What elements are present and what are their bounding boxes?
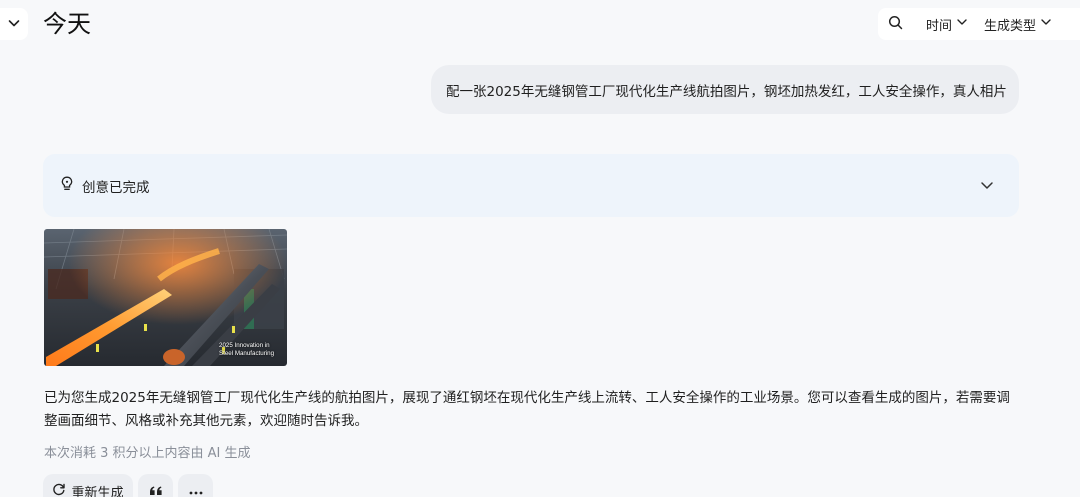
type-filter-dropdown[interactable]: 生成类型 — [984, 15, 1052, 34]
user-message-text: 配一张2025年无缝钢管工厂现代化生产线航拍图片，钢坯加热发红，工人安全操作，真… — [446, 83, 1007, 100]
message-actions: 重新生成 — [43, 474, 213, 497]
quote-button[interactable] — [138, 474, 173, 497]
type-filter-label: 生成类型 — [984, 18, 1037, 34]
more-button[interactable] — [178, 474, 213, 497]
chevron-down-icon — [956, 16, 968, 32]
search-button[interactable] — [878, 15, 912, 34]
more-icon — [189, 484, 203, 497]
refresh-icon — [52, 482, 66, 497]
history-toolbar: 时间 生成类型 — [878, 8, 1080, 40]
generated-image[interactable]: 2025 Innovation in Steel Manufacturing — [44, 229, 287, 366]
idea-status-label: 创意已完成 — [82, 179, 150, 196]
user-message-bubble: 配一张2025年无缝钢管工厂现代化生产线航拍图片，钢坯加热发红，工人安全操作，真… — [431, 65, 1019, 114]
page-title: 今天 — [43, 10, 91, 38]
caption-line-1: 2025 Innovation in — [219, 342, 270, 349]
cost-note: 本次消耗 3 积分以上内容由 AI 生成 — [44, 446, 251, 461]
regenerate-label: 重新生成 — [71, 485, 124, 497]
chevron-down-icon — [1040, 16, 1052, 32]
sidebar-toggle-button[interactable] — [0, 8, 28, 40]
lightbulb-icon — [60, 176, 74, 195]
chevron-down-icon — [7, 15, 21, 34]
chevron-down-icon[interactable] — [979, 177, 995, 197]
time-filter-label: 时间 — [926, 18, 953, 34]
search-icon — [888, 15, 903, 34]
time-filter-dropdown[interactable]: 时间 — [926, 15, 968, 34]
assistant-message: 已为您生成2025年无缝钢管工厂现代化生产线的航拍图片，展现了通红钢坯在现代化生… — [44, 390, 1010, 429]
regenerate-button[interactable]: 重新生成 — [43, 474, 133, 497]
caption-line-2: Steel Manufacturing — [219, 349, 275, 357]
image-caption: 2025 Innovation in Steel Manufacturing — [219, 342, 274, 357]
quote-icon — [149, 482, 163, 497]
idea-status-panel[interactable]: 创意已完成 — [43, 154, 1019, 217]
